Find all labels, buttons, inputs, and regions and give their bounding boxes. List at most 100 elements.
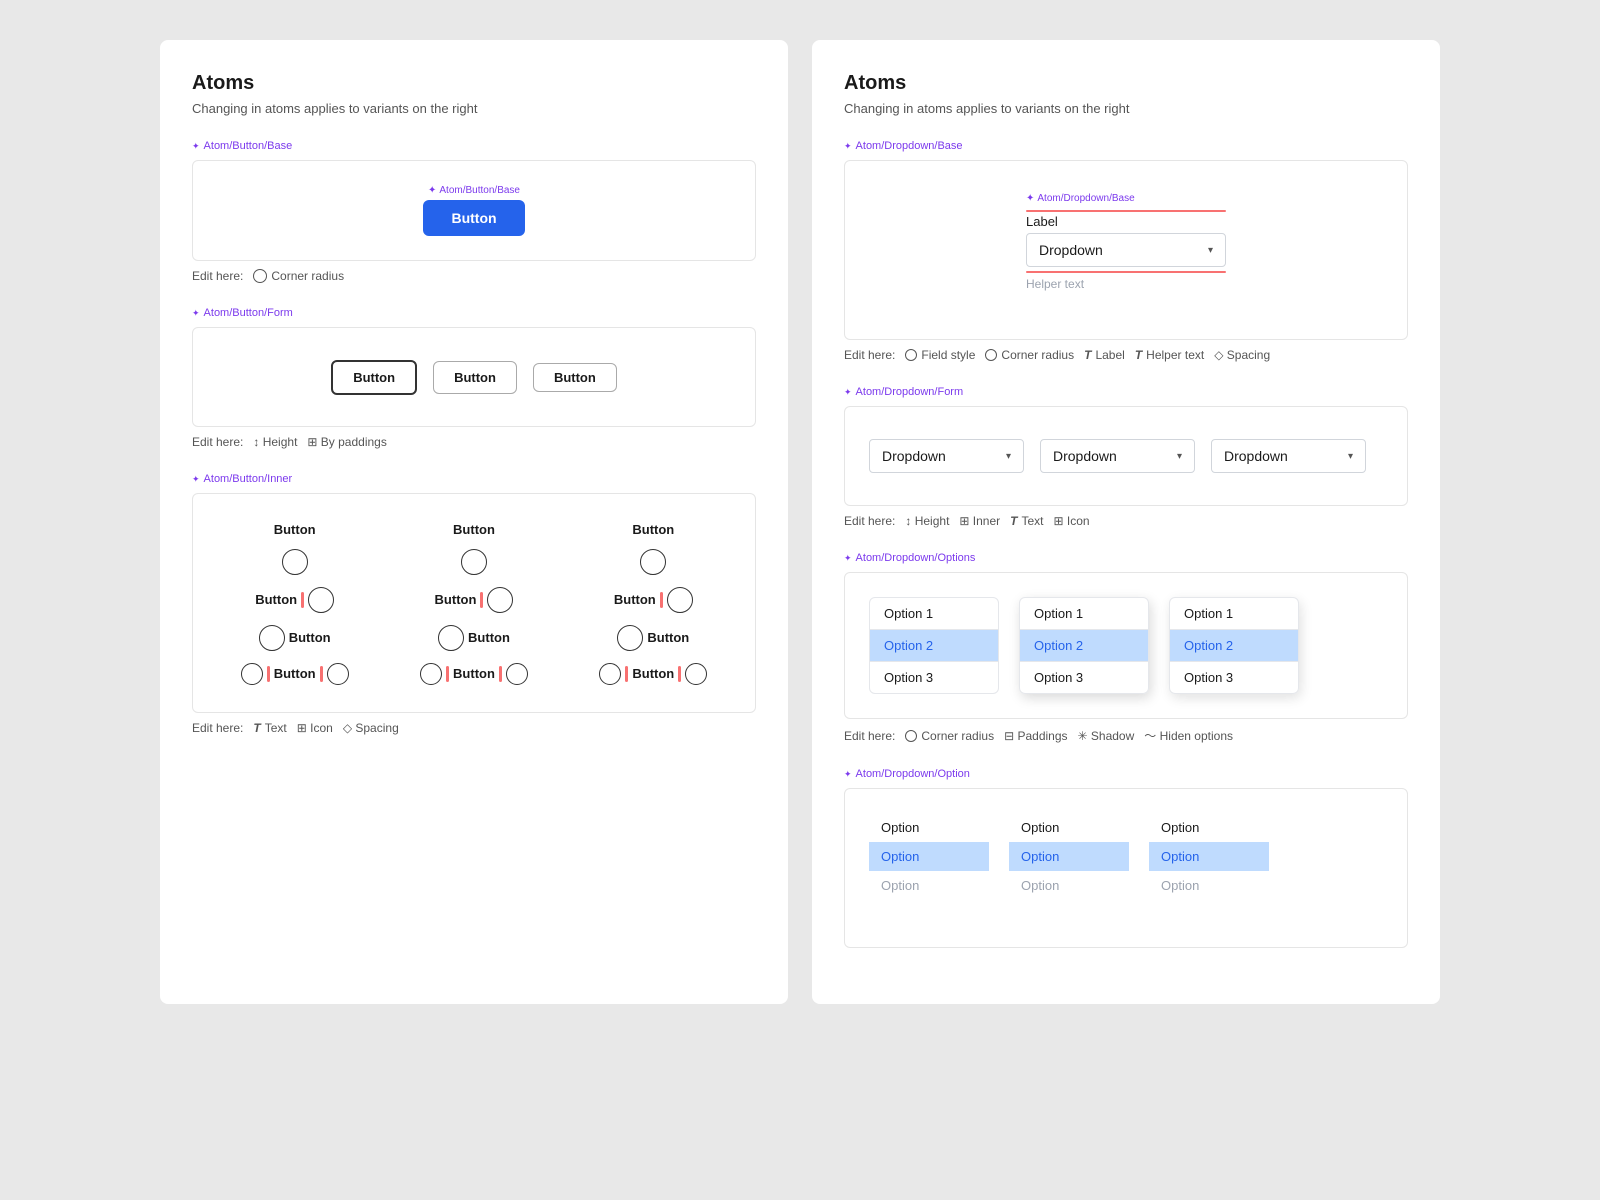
option-col-1-item-1[interactable]: Option	[869, 813, 989, 842]
btn-icon-row-33: Button	[599, 663, 707, 685]
section-box-dropdown-option: Option Option Option Option Option Optio…	[844, 788, 1408, 948]
atom-label-dropdown-options: Atom/Dropdown/Options	[844, 552, 1408, 564]
atom-label-button-base: Atom/Button/Base	[192, 140, 756, 152]
inner-label-1: Button	[274, 522, 316, 537]
dropdown-helper-text: Helper text	[1026, 277, 1084, 291]
circle-icon-1	[282, 549, 308, 575]
inner-grid: Button Button Button	[217, 522, 731, 685]
edit-bar-button-inner: Edit here: T Text ⊞ Icon ◇ Spacing	[192, 721, 756, 735]
btn-icon-row-21: Button	[435, 587, 514, 613]
red-bar-icon-a1	[267, 666, 270, 682]
option-item-2-2[interactable]: Option 2	[1020, 630, 1148, 661]
btn-icon-row-23: Button	[420, 663, 528, 685]
edit-icon: ⊞ Icon	[297, 721, 333, 735]
form-button-2[interactable]: Button	[433, 361, 517, 394]
atom-label-button-form: Atom/Button/Form	[192, 307, 756, 319]
edit-bar-button-base: Edit here: Corner radius	[192, 269, 756, 283]
option-item-2-3[interactable]: Option 3	[1020, 662, 1148, 693]
atom-tag-dropdown-base: ✦Atom/Dropdown/Base	[1026, 193, 1135, 204]
dropdown-form-2[interactable]: Dropdown ▾	[1040, 439, 1195, 473]
edit-bar-dropdown-form: Edit here: ↕ Height ⊞ Inner T Text ⊞ Ico…	[844, 514, 1408, 528]
edit-label-form: Edit here:	[192, 435, 243, 449]
circle-icon-3	[640, 549, 666, 575]
dropdown-base-select[interactable]: Dropdown ▾	[1026, 233, 1226, 267]
section-dropdown-base: Atom/Dropdown/Base ✦Atom/Dropdown/Base L…	[844, 140, 1408, 362]
section-box-dropdown-options: Option 1 Option 2 Option 3 Option 1 Opti…	[844, 572, 1408, 719]
radio-icon	[253, 269, 267, 283]
right-panel: Atoms Changing in atoms applies to varia…	[812, 40, 1440, 1004]
chevron-down-icon: ▾	[1208, 245, 1213, 256]
edit-bar-dropdown-options: Edit here: Corner radius ⊟ Paddings ✳ Sh…	[844, 727, 1408, 744]
left-panel: Atoms Changing in atoms applies to varia…	[160, 40, 788, 1004]
left-panel-subtitle: Changing in atoms applies to variants on…	[192, 101, 756, 116]
option-col-3-item-2[interactable]: Option	[1149, 842, 1269, 871]
atom-label-dropdown-option: Atom/Dropdown/Option	[844, 768, 1408, 780]
edit-bar-dropdown-base: Edit here: Field style Corner radius T L…	[844, 348, 1408, 362]
edit-corner-radius: Corner radius	[253, 269, 344, 283]
option-col-3: Option Option Option	[1149, 813, 1269, 900]
option-item-3-2[interactable]: Option 2	[1170, 630, 1298, 661]
option-col-1-item-3[interactable]: Option	[869, 871, 989, 900]
option-col-2-item-2[interactable]: Option	[1009, 842, 1129, 871]
dropdown-form-1[interactable]: Dropdown ▾	[869, 439, 1024, 473]
option-item-2-1[interactable]: Option 1	[1020, 598, 1148, 629]
right-panel-title: Atoms	[844, 72, 1408, 95]
red-bar-icon-a3	[625, 666, 628, 682]
atom-label-dropdown-base: Atom/Dropdown/Base	[844, 140, 1408, 152]
inner-label-2: Button	[453, 522, 495, 537]
option-col-1: Option Option Option	[869, 813, 989, 900]
option-item-1-1[interactable]: Option 1	[870, 598, 998, 629]
btn-icon-row-2: Button	[259, 625, 331, 651]
options-list-2: Option 1 Option 2 Option 3	[1019, 597, 1149, 694]
edit-spacing: ◇ Spacing	[343, 721, 399, 735]
section-button-base: Atom/Button/Base ✦Atom/Button/Base Butto…	[192, 140, 756, 283]
circle-icon-a2	[420, 663, 442, 685]
option-col-2: Option Option Option	[1009, 813, 1129, 900]
form-button-1[interactable]: Button	[331, 360, 417, 395]
option-item-1-3[interactable]: Option 3	[870, 662, 998, 693]
red-bar-icon-b3	[678, 666, 681, 682]
option-col-1-item-2[interactable]: Option	[869, 842, 989, 871]
edit-bar-button-form: Edit here: ↕ Height ⊞ By paddings	[192, 435, 756, 449]
page-wrapper: Atoms Changing in atoms applies to varia…	[160, 40, 1440, 1004]
circle-icon-a1	[241, 663, 263, 685]
dropdown-form-3[interactable]: Dropdown ▾	[1211, 439, 1366, 473]
edit-label-inner: Edit here:	[192, 721, 243, 735]
atom-tag-button-base: ✦Atom/Button/Base	[428, 185, 520, 196]
section-box-dropdown-form: Dropdown ▾ Dropdown ▾ Dropdown ▾	[844, 406, 1408, 506]
red-bar-icon-b1	[320, 666, 323, 682]
option-col-3-item-3[interactable]: Option	[1149, 871, 1269, 900]
btn-icon-row-1: Button	[255, 587, 334, 613]
edit-height: ↕ Height	[253, 435, 297, 449]
circle-icon-b3	[685, 663, 707, 685]
circle-icon-b2	[506, 663, 528, 685]
chevron-down-icon-f1: ▾	[1006, 451, 1011, 462]
button-base-btn[interactable]: Button	[423, 200, 524, 236]
section-box-button-base: ✦Atom/Button/Base Button	[192, 160, 756, 261]
circle-icon-b1	[327, 663, 349, 685]
option-item-3-1[interactable]: Option 1	[1170, 598, 1298, 629]
option-col-2-item-1[interactable]: Option	[1009, 813, 1129, 842]
circle-icon-left-2	[438, 625, 464, 651]
section-dropdown-options: Atom/Dropdown/Options Option 1 Option 2 …	[844, 552, 1408, 744]
options-list-3: Option 1 Option 2 Option 3	[1169, 597, 1299, 694]
option-col-3-item-1[interactable]: Option	[1149, 813, 1269, 842]
form-button-3[interactable]: Button	[533, 363, 617, 392]
edit-by-paddings: ⊞ By paddings	[307, 435, 386, 449]
circle-icon-2	[461, 549, 487, 575]
btn-icon-row-31: Button	[614, 587, 693, 613]
circle-icon-a3	[599, 663, 621, 685]
option-item-1-2[interactable]: Option 2	[870, 630, 998, 661]
atom-label-dropdown-form: Atom/Dropdown/Form	[844, 386, 1408, 398]
section-box-button-form: Button Button Button	[192, 327, 756, 427]
inner-label-3: Button	[632, 522, 674, 537]
option-item-3-3[interactable]: Option 3	[1170, 662, 1298, 693]
circle-icon-left-1	[259, 625, 285, 651]
option-col-2-item-3[interactable]: Option	[1009, 871, 1129, 900]
inner-col-1: Button Button Button	[217, 522, 372, 685]
options-list-1: Option 1 Option 2 Option 3	[869, 597, 999, 694]
section-dropdown-form: Atom/Dropdown/Form Dropdown ▾ Dropdown ▾…	[844, 386, 1408, 528]
red-bar-icon-31	[660, 592, 663, 608]
section-box-button-inner: Button Button Button	[192, 493, 756, 713]
red-bar-icon-1	[301, 592, 304, 608]
